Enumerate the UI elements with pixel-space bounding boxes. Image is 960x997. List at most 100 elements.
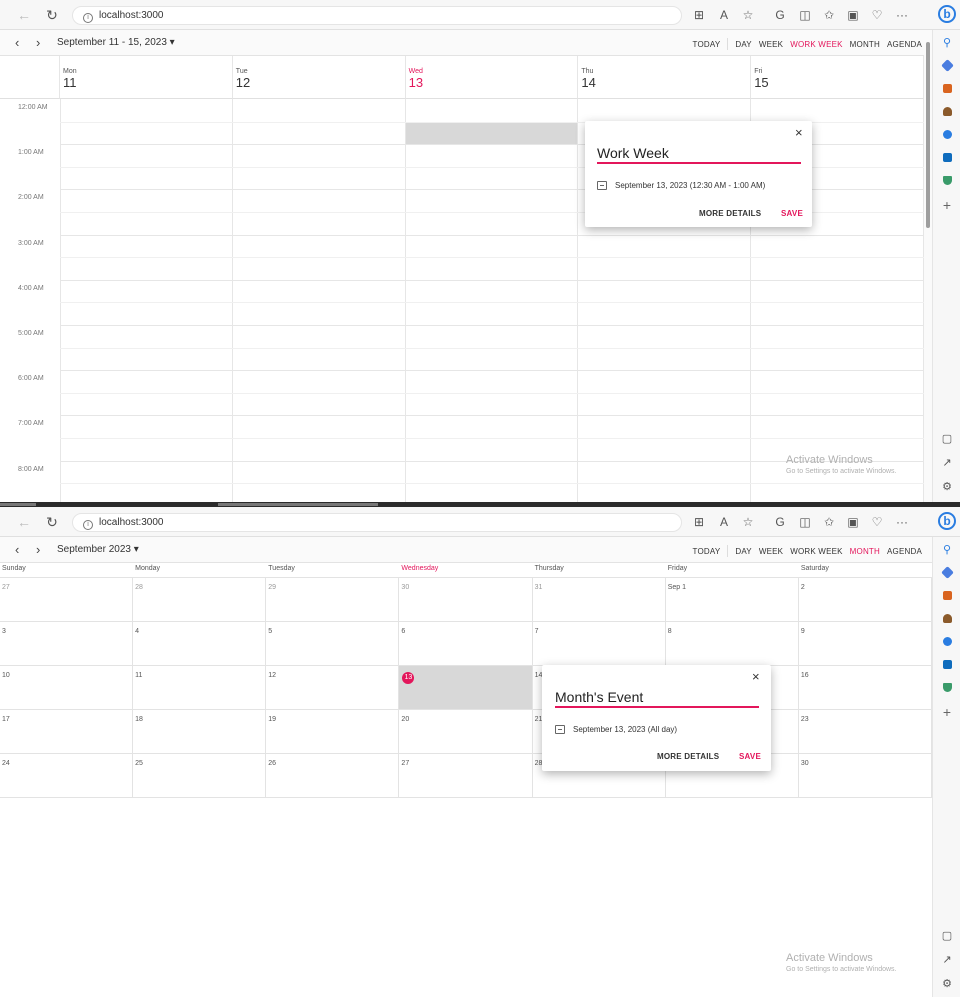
event-title-input[interactable]: Month's Event (555, 689, 643, 705)
apps-icon[interactable]: ⊞ (692, 515, 706, 529)
day-number[interactable]: 6 (401, 628, 405, 635)
favorite-icon[interactable]: ☆ (741, 8, 755, 22)
selected-time-slot[interactable] (405, 122, 578, 145)
month-day-cell[interactable]: 29 (266, 578, 400, 622)
day-number[interactable]: 27 (2, 584, 10, 591)
month-day-cell[interactable]: 27 (0, 578, 134, 622)
month-day-cell[interactable]: 10 (0, 666, 134, 710)
scrollbar[interactable] (924, 30, 932, 503)
month-day-cell[interactable]: 6 (399, 622, 533, 666)
month-day-cell[interactable]: 30 (399, 578, 533, 622)
previous-icon[interactable]: ‹ (15, 35, 19, 50)
view-today-button[interactable]: TODAY (693, 40, 721, 49)
month-day-cell[interactable]: 11 (133, 666, 267, 710)
day-number[interactable]: 26 (268, 760, 276, 767)
outlook-icon[interactable] (940, 659, 954, 673)
close-icon[interactable]: × (795, 125, 803, 140)
settings-icon[interactable]: ⚙ (940, 480, 954, 494)
address-bar[interactable]: i localhost:3000 (72, 513, 682, 532)
day-number[interactable]: 12 (268, 672, 276, 679)
day-header[interactable]: Fri 15 (751, 56, 924, 99)
day-number[interactable]: 30 (401, 584, 409, 591)
search-icon[interactable]: ⚲ (940, 543, 954, 557)
tools-icon[interactable] (940, 83, 954, 97)
external-icon[interactable]: ↗ (940, 953, 954, 967)
today-date-badge[interactable]: 13 (402, 672, 415, 684)
day-number[interactable]: 23 (801, 716, 809, 723)
month-day-cell[interactable]: 26 (266, 754, 400, 798)
month-day-cell[interactable]: 12 (266, 666, 400, 710)
favorites-bar-icon[interactable]: ✩ (822, 8, 836, 22)
month-day-cell[interactable]: 18 (133, 710, 267, 754)
favorite-icon[interactable]: ☆ (741, 515, 755, 529)
day-number[interactable]: 30 (801, 760, 809, 767)
add-icon[interactable]: + (940, 705, 954, 719)
games-icon[interactable] (940, 613, 954, 627)
date-range-button[interactable]: September 2023 ▾ (57, 544, 139, 555)
day-number[interactable]: 31 (535, 584, 543, 591)
shopping-icon[interactable] (940, 59, 954, 74)
apps-icon[interactable]: ⊞ (692, 8, 706, 22)
previous-icon[interactable]: ‹ (15, 542, 19, 557)
refresh-icon[interactable]: ↻ (44, 7, 60, 23)
more-icon[interactable]: ··· (895, 8, 909, 22)
day-number[interactable]: 9 (801, 628, 805, 635)
search-icon[interactable]: ⚲ (940, 36, 954, 50)
info-icon[interactable]: i (83, 13, 93, 23)
copilot-icon[interactable]: G (773, 8, 787, 22)
month-day-cell[interactable]: 19 (266, 710, 400, 754)
month-day-cell[interactable]: 30 (798, 754, 932, 798)
day-number[interactable]: 24 (2, 760, 10, 767)
read-aloud-icon[interactable]: A (717, 515, 731, 529)
view-month-button[interactable]: MONTH (850, 40, 880, 49)
collections-icon[interactable]: ▣ (846, 515, 860, 529)
month-day-cell[interactable]: Sep 1 (665, 578, 799, 622)
month-day-cell[interactable]: 23 (798, 710, 932, 754)
extensions-icon[interactable]: ♡ (870, 515, 884, 529)
month-day-cell[interactable]: 13 (399, 666, 533, 710)
day-date[interactable]: 14 (581, 75, 750, 90)
day-number[interactable]: 20 (401, 716, 409, 723)
next-icon[interactable]: › (36, 542, 40, 557)
day-number[interactable]: 10 (2, 672, 10, 679)
day-number[interactable]: 18 (135, 716, 143, 723)
day-number[interactable]: 25 (135, 760, 143, 767)
add-icon[interactable]: + (940, 198, 954, 212)
month-day-cell[interactable]: 9 (798, 622, 932, 666)
tools-icon[interactable] (940, 590, 954, 604)
more-details-button[interactable]: MORE DETAILS (657, 752, 719, 761)
external-icon[interactable]: ↗ (940, 456, 954, 470)
close-icon[interactable]: × (752, 669, 760, 684)
collections-icon[interactable]: ▣ (846, 8, 860, 22)
day-number[interactable]: 28 (135, 584, 143, 591)
date-range-button[interactable]: September 11 - 15, 2023 ▾ (57, 37, 175, 48)
day-number[interactable]: 27 (401, 760, 409, 767)
split-screen-icon[interactable]: ◫ (798, 515, 812, 529)
month-day-cell[interactable]: 27 (399, 754, 533, 798)
copilot-icon[interactable]: G (773, 515, 787, 529)
back-icon[interactable]: ← (16, 7, 32, 23)
day-number[interactable]: 5 (268, 628, 272, 635)
month-day-cell[interactable]: 2 (798, 578, 932, 622)
bing-icon[interactable]: b (938, 5, 956, 23)
games-icon[interactable] (940, 106, 954, 120)
address-bar[interactable]: i localhost:3000 (72, 6, 682, 25)
month-day-cell[interactable]: 4 (133, 622, 267, 666)
view-work-week-button[interactable]: WORK WEEK (790, 547, 842, 556)
info-icon[interactable]: i (83, 520, 93, 530)
window-icon[interactable]: ▢ (940, 929, 954, 943)
office-icon[interactable] (940, 636, 954, 650)
day-header[interactable]: Tue 12 (232, 56, 406, 99)
day-number[interactable]: 17 (2, 716, 10, 723)
save-button[interactable]: SAVE (781, 209, 803, 218)
day-number[interactable]: 16 (801, 672, 809, 679)
event-title-input[interactable]: Work Week (597, 145, 669, 161)
day-number[interactable]: 8 (668, 628, 672, 635)
month-day-cell[interactable]: 8 (665, 622, 799, 666)
view-day-button[interactable]: DAY (735, 40, 751, 49)
drop-icon[interactable] (940, 175, 954, 189)
month-day-cell[interactable]: 24 (0, 754, 134, 798)
day-number[interactable]: Sep 1 (668, 584, 686, 591)
day-header[interactable]: Thu 14 (578, 56, 752, 99)
day-header[interactable]: Mon 11 (60, 56, 233, 99)
